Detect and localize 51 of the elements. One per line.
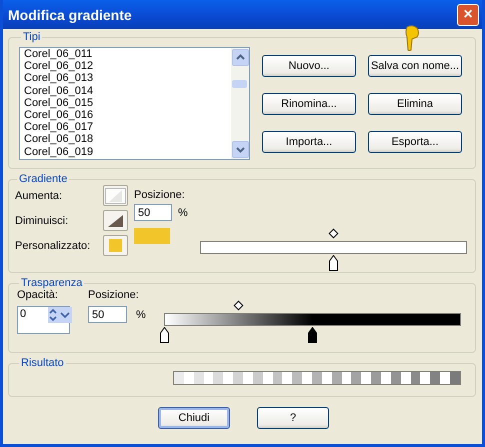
list-item[interactable]: Corel_06_017 — [24, 121, 227, 134]
list-item[interactable]: Corel_06_011 — [24, 48, 227, 60]
dialog-button[interactable]: ? — [257, 407, 329, 429]
spin-arrows-icon[interactable] — [48, 307, 72, 323]
window-title: Modifica gradiente — [8, 6, 132, 22]
group-title: Tipi — [22, 31, 42, 43]
dialog-button[interactable]: Chiudi — [158, 407, 230, 429]
list-item[interactable]: Corel_06_019 — [24, 146, 227, 158]
dialog-button[interactable]: Importa... — [262, 131, 356, 153]
custom-color-swatch[interactable] — [134, 228, 170, 244]
unit-label: % — [136, 308, 146, 320]
color-button[interactable] — [103, 210, 128, 231]
scroll-down-icon — [232, 141, 249, 158]
list-item[interactable]: Corel_06_015 — [24, 96, 227, 110]
unit-label: % — [178, 206, 188, 218]
midpoint-marker[interactable] — [234, 300, 244, 310]
position-field[interactable]: 50 — [88, 306, 127, 323]
dialog-button[interactable]: Salva con nome... — [368, 55, 462, 77]
position-field[interactable]: 50 — [134, 204, 172, 221]
list-item[interactable]: Corel_06_012 — [24, 60, 227, 72]
row-label: Diminuisci: — [15, 215, 68, 227]
color-button[interactable] — [103, 235, 128, 256]
list-item[interactable]: Corel_06_013 — [24, 72, 227, 85]
group-title: Trasparenza — [20, 277, 84, 289]
row-label: Aumenta: — [15, 190, 62, 202]
position-label: Posizione: — [88, 289, 140, 301]
opacity-field[interactable]: 0 — [17, 306, 70, 334]
dialog-button[interactable]: Nuovo... — [262, 55, 356, 77]
list-item[interactable]: Corel_06_014 — [24, 84, 227, 97]
pointing-hand-icon — [404, 25, 420, 51]
scroll-up-icon — [232, 49, 249, 66]
group-title: Gradiente — [18, 173, 68, 185]
list-item[interactable]: Corel_06_016 — [24, 109, 227, 122]
dialog-button[interactable]: Elimina — [368, 93, 462, 115]
close-button[interactable]: × — [457, 4, 479, 26]
dark-triangle-icon — [107, 214, 124, 228]
stop-marker[interactable] — [328, 255, 340, 271]
row-label: Personalizzato: — [15, 240, 90, 252]
scroll-thumb — [232, 80, 247, 88]
color-button[interactable] — [103, 185, 128, 206]
stop-marker[interactable] — [307, 327, 318, 343]
position-label: Posizione: — [134, 189, 186, 201]
dialog-button[interactable]: Rinomina... — [262, 93, 356, 115]
color-square-icon — [109, 239, 122, 252]
opacity-label: Opacità: — [17, 289, 59, 301]
stop-marker[interactable] — [158, 327, 170, 343]
light-gradient-icon — [105, 188, 126, 204]
dialog-button[interactable]: Esporta... — [368, 131, 462, 153]
group-title: Risultato — [20, 357, 65, 369]
list-item[interactable]: Corel_06_018 — [24, 133, 227, 146]
midpoint-marker[interactable] — [328, 228, 339, 238]
